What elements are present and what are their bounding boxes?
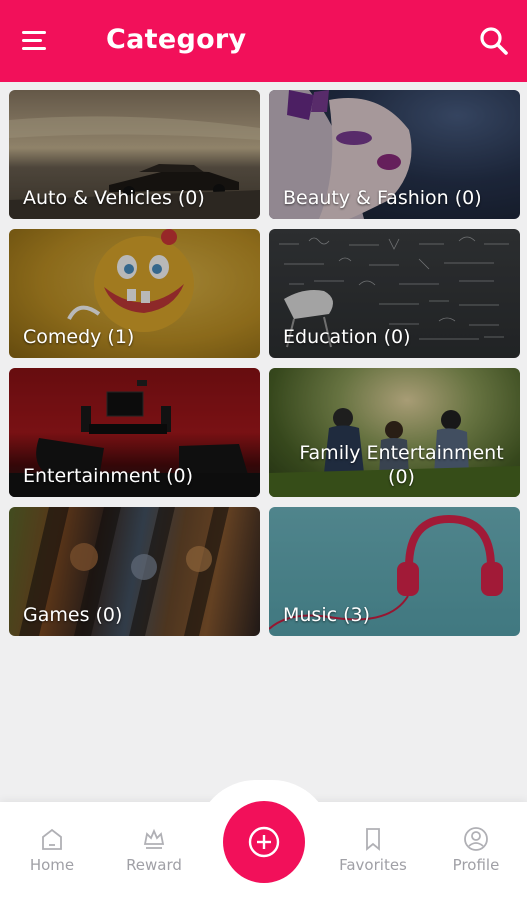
- nav-profile-label: Profile: [452, 856, 500, 874]
- category-tile-auto-vehicles[interactable]: Auto & Vehicles (0): [9, 90, 260, 219]
- category-label: Games (0): [23, 604, 123, 626]
- category-label: Family Entertainment (0): [299, 442, 504, 488]
- nav-home-label: Home: [29, 856, 75, 874]
- category-tile-beauty-fashion[interactable]: Beauty & Fashion (0): [269, 90, 520, 219]
- page-title: Category: [106, 24, 247, 55]
- category-tile-family-entertainment[interactable]: Family Entertainment (0): [269, 368, 520, 497]
- category-label: Auto & Vehicles (0): [23, 187, 205, 209]
- nav-reward-label: Reward: [126, 856, 182, 874]
- bookmark-icon: [366, 828, 380, 851]
- search-icon[interactable]: [477, 24, 511, 58]
- category-tile-comedy[interactable]: Comedy (1): [9, 229, 260, 358]
- category-tile-music[interactable]: Music (3): [269, 507, 520, 636]
- category-label: Entertainment (0): [23, 465, 194, 487]
- nav-reward[interactable]: Reward: [109, 826, 199, 874]
- category-tile-entertainment[interactable]: Entertainment (0): [9, 368, 260, 497]
- category-tile-games[interactable]: Games (0): [9, 507, 260, 636]
- profile-icon: [464, 827, 488, 851]
- home-icon: [42, 828, 62, 850]
- nav-profile[interactable]: Profile: [431, 826, 521, 874]
- reward-crown-icon: [143, 828, 165, 849]
- category-tile-education[interactable]: Education (0): [269, 229, 520, 358]
- category-label: Comedy (1): [23, 326, 135, 348]
- hamburger-menu-icon[interactable]: [18, 27, 52, 57]
- category-label: Music (3): [283, 604, 371, 626]
- nav-home[interactable]: Home: [7, 826, 97, 874]
- app-bar: Category: [0, 0, 527, 82]
- plus-circle-icon: [248, 826, 280, 858]
- nav-favorites[interactable]: Favorites: [328, 826, 418, 874]
- add-button[interactable]: [223, 801, 305, 883]
- category-label: Education (0): [283, 326, 411, 348]
- category-label: Beauty & Fashion (0): [283, 187, 482, 209]
- nav-favorites-label: Favorites: [339, 856, 407, 874]
